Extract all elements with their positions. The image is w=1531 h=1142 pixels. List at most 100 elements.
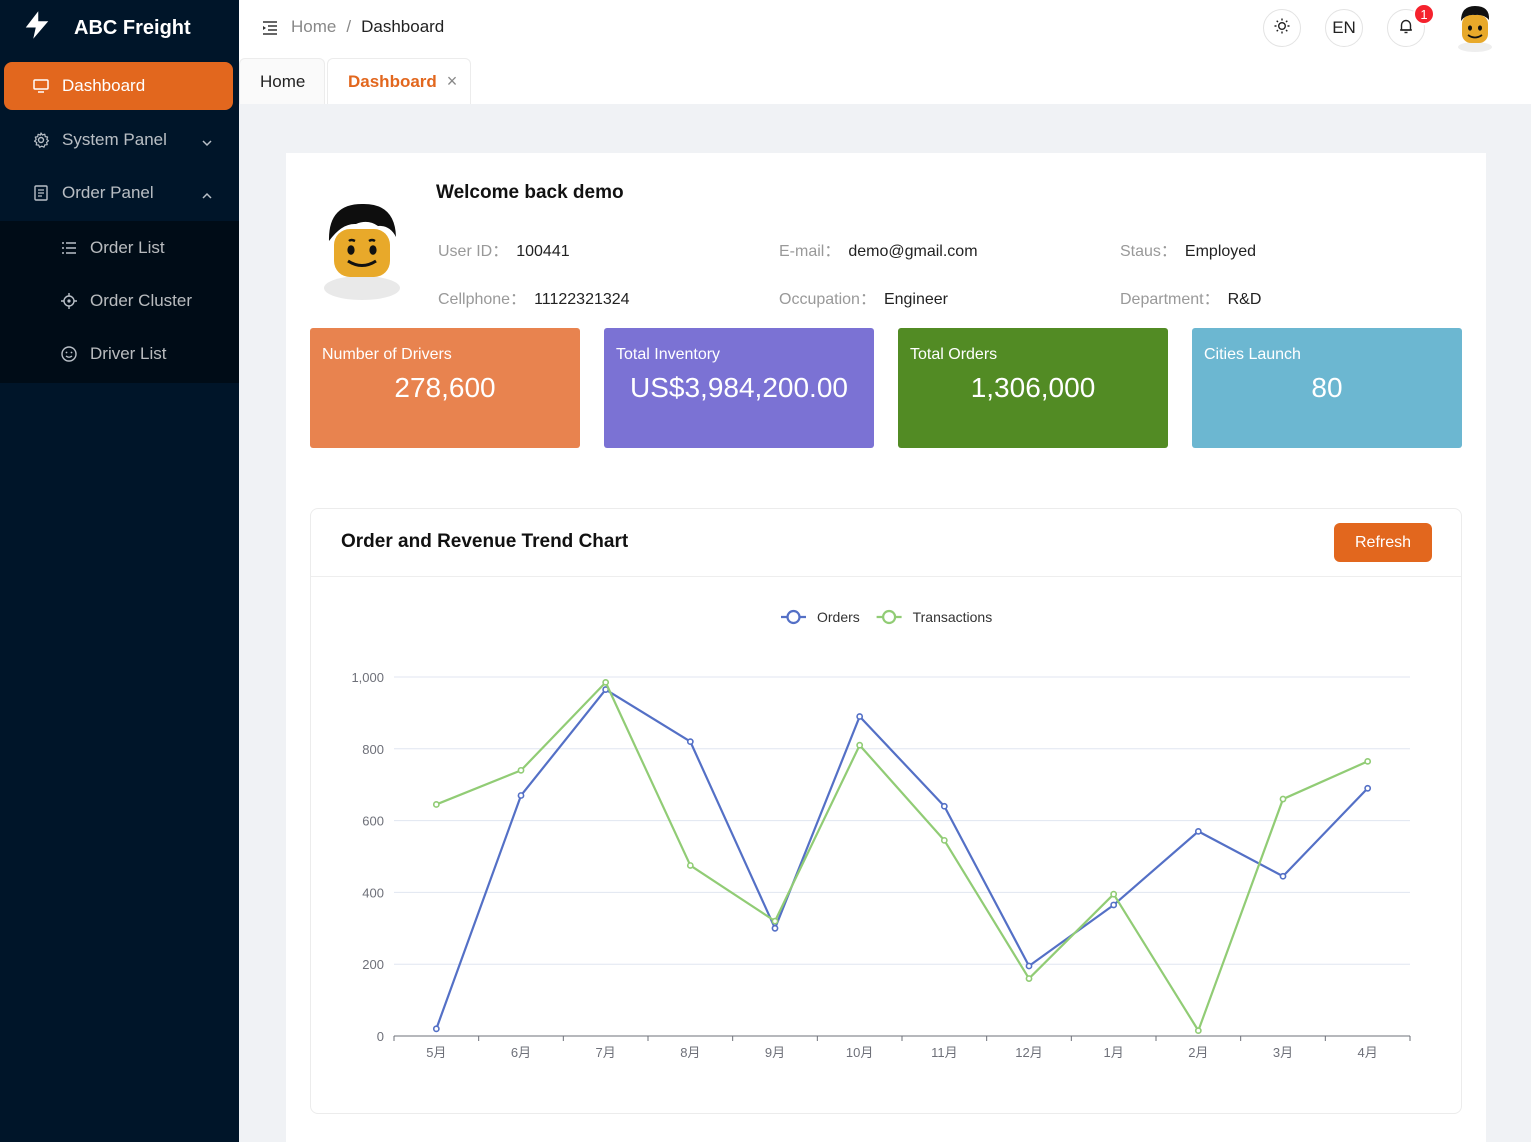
x-tick-label: 1月 [1104,1045,1124,1060]
field-label: Staus： [1120,243,1177,260]
theme-toggle-button[interactable] [1263,9,1301,47]
data-point [1194,827,1202,835]
field-value: Engineer [883,291,948,308]
y-tick-label: 400 [362,885,384,900]
field-label: E-mail： [779,243,841,260]
data-point [940,836,948,844]
smile-icon [60,345,78,363]
x-tick-label: 4月 [1358,1045,1378,1060]
data-point [1025,962,1033,970]
tab-label: Dashboard [348,71,437,91]
sidebar-item-driver-list[interactable]: Driver List [0,327,239,380]
x-tick-label: 11月 [931,1045,958,1060]
menu-fold-icon[interactable] [261,19,279,37]
y-tick-label: 0 [377,1029,384,1044]
data-point [856,713,864,720]
legend-swatch-marker [786,609,801,625]
user-id-field: User ID： 100441 [438,237,570,261]
field-label: Cellphone： [438,291,527,308]
stat-label: Cities Launch [1204,346,1301,363]
trend-chart: 0 200 400 600 800 1,000 5月 6月 7月 8月 9月 10月 11月 12月 1月 2… [351,609,1411,1060]
stat-value: US$3,984,200.00 [630,372,848,403]
x-tick-label: 7月 [596,1045,616,1060]
sidebar-item-order-cluster[interactable]: Order Cluster [0,274,239,327]
lightning-icon [22,10,52,46]
series-line-orders [435,688,1369,1030]
app-logo[interactable]: ABC Freight [0,0,239,56]
y-tick-label: 1,000 [351,670,384,685]
field-value: R&D [1227,291,1262,308]
trend-chart-card: Order and Revenue Trend Chart Refresh 0 2… [310,508,1462,1114]
tab-home[interactable]: Home [239,58,325,104]
x-tick-label: 9月 [765,1045,785,1060]
y-tick-label: 800 [362,742,384,757]
data-point [1110,901,1118,909]
y-tick-label: 200 [362,957,384,972]
x-tick-label: 2月 [1188,1045,1208,1060]
legend-label: Orders [817,609,860,625]
cellphone-field: Cellphone： 11122321324 [438,285,630,309]
data-point [1364,784,1372,792]
user-avatar[interactable] [1453,4,1497,52]
sun-icon [1273,17,1291,40]
legend-swatch-marker [881,609,897,625]
sidebar-item-label: Order Cluster [90,290,193,310]
legend-label: Transactions [913,609,993,625]
stat-card-orders: Total Orders 1,306,000 [898,328,1168,448]
chevron-down-icon [201,134,213,146]
department-field: Department： R&D [1120,285,1261,309]
x-tick-label: 8月 [680,1045,700,1060]
x-tick-label: 5月 [426,1045,446,1060]
profile-avatar [320,197,404,301]
notification-badge: 1 [1413,3,1435,25]
breadcrumb-separator: / [346,17,352,36]
field-value: demo@gmail.com [848,243,978,260]
x-tick-label: 6月 [511,1045,531,1060]
tab-dashboard[interactable]: Dashboard × [327,58,471,104]
dashboard-card: Welcome back demo User ID： 100441 E-mail：… [286,153,1486,1142]
field-value: 11122321324 [534,291,630,308]
data-point [856,741,864,749]
language-button[interactable]: EN [1325,9,1363,47]
sidebar: ABC Freight Dashboard System Panel Order… [0,0,239,1142]
data-point [1025,975,1033,982]
notifications-button[interactable]: 1 [1387,3,1435,47]
stat-value: 80 [1311,372,1343,403]
sidebar-item-label: Order List [90,237,165,257]
data-point [771,924,779,932]
stat-label: Number of Drivers [322,346,452,363]
sidebar-item-label: Dashboard [62,76,146,95]
sidebar-item-system-panel[interactable]: System Panel [0,113,239,166]
sidebar-item-label: Order Panel [62,182,154,202]
tabs-bar: Home Dashboard × [239,56,1531,104]
bell-icon [1397,17,1415,40]
field-label: Occupation： [779,291,876,308]
series-line-transactions [435,681,1369,1032]
data-point [686,738,694,746]
field-label: Department： [1120,291,1220,308]
tab-label: Home [260,71,306,91]
close-icon[interactable]: × [447,71,458,92]
x-tick-label: 10月 [846,1045,873,1060]
refresh-button[interactable]: Refresh [1334,523,1432,562]
chart-header: Order and Revenue Trend Chart Refresh [311,509,1461,577]
field-label: User ID： [438,243,509,260]
x-tick-label: 3月 [1273,1045,1293,1060]
occupation-field: Occupation： Engineer [779,285,948,309]
breadcrumb-current: Dashboard [361,17,445,36]
stat-label: Total Inventory [616,346,721,363]
breadcrumb-home[interactable]: Home [291,17,336,37]
data-point [517,766,525,774]
field-value: 100441 [516,243,570,260]
stat-label: Total Orders [910,346,998,363]
list-icon [60,239,78,257]
app-name: ABC Freight [74,16,191,39]
stat-card-cities: Cities Launch 80 [1192,328,1462,448]
chart-title: Order and Revenue Trend Chart [341,531,629,552]
field-value: Employed [1184,243,1257,260]
sidebar-item-order-panel[interactable]: Order Panel [0,166,239,219]
data-point [1110,890,1118,898]
sidebar-item-dashboard[interactable]: Dashboard [4,62,233,110]
sidebar-item-order-list[interactable]: Order List [0,221,239,274]
monitor-icon [32,77,50,95]
